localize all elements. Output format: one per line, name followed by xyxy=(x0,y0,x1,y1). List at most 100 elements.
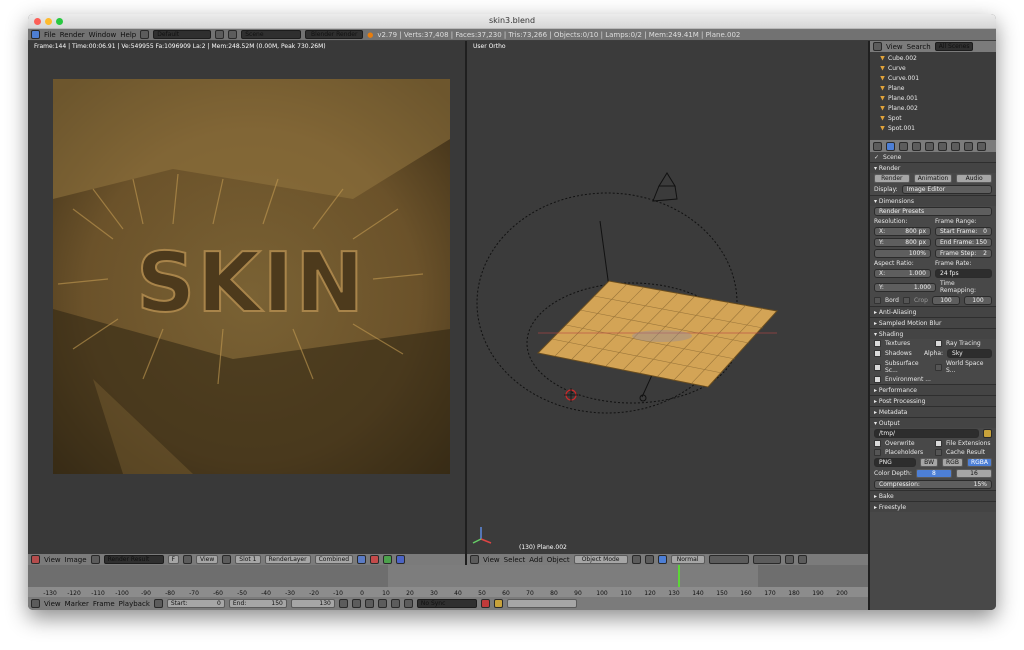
engine-select[interactable]: Blender Render xyxy=(305,30,364,39)
layers-tab-icon[interactable] xyxy=(899,141,908,151)
image-browse-icon[interactable] xyxy=(90,555,100,564)
object-tab-icon[interactable] xyxy=(938,141,947,151)
outliner-item[interactable]: Plane.002 xyxy=(870,103,996,113)
current-frame-field[interactable]: 130 xyxy=(290,599,335,608)
outliner-item[interactable]: Cube.002 xyxy=(870,53,996,63)
keying-set-field[interactable] xyxy=(506,599,577,608)
channels-icon[interactable] xyxy=(357,555,367,564)
timeline-menu-marker[interactable]: Marker xyxy=(65,600,89,608)
frame-rate-select[interactable]: 24 fps xyxy=(935,269,992,278)
output-panel-header[interactable]: ▾ Output xyxy=(870,417,996,428)
play-icon[interactable] xyxy=(377,599,387,608)
animation-button[interactable]: Animation xyxy=(913,174,953,183)
menu-render[interactable]: Render xyxy=(60,31,85,39)
next-key-icon[interactable] xyxy=(390,599,400,608)
timeline-menu-playback[interactable]: Playback xyxy=(119,600,150,608)
outliner-item[interactable]: Spot xyxy=(870,113,996,123)
shadows-checkbox[interactable] xyxy=(874,350,881,357)
scene-select[interactable]: Scene xyxy=(241,30,302,39)
depth-16-button[interactable]: 16 xyxy=(955,469,992,478)
render-button[interactable]: Render xyxy=(874,174,910,183)
blue-channel-icon[interactable] xyxy=(396,555,406,564)
resolution-percent-field[interactable]: 100% xyxy=(874,249,931,258)
anti-aliasing-panel[interactable]: ▸ Anti-Aliasing xyxy=(870,306,996,317)
outliner-item[interactable]: Curve xyxy=(870,63,996,73)
image-editor[interactable]: Frame:144 | Time:00:06.91 | Ve:549955 Fa… xyxy=(28,41,465,554)
resolution-y-field[interactable]: Y: 800 px xyxy=(874,238,931,247)
performance-panel[interactable]: ▸ Performance xyxy=(870,384,996,395)
world-space-checkbox[interactable] xyxy=(935,363,942,371)
viewport-type-icon[interactable] xyxy=(470,555,479,564)
render-result-select[interactable]: Render Result xyxy=(103,555,164,564)
aspect-x-field[interactable]: X: 1.000 xyxy=(874,269,931,278)
image-editor-type-icon[interactable] xyxy=(31,555,40,564)
frame-step-property[interactable]: Frame Step: 2 xyxy=(935,249,992,258)
world-tab-icon[interactable] xyxy=(925,141,934,151)
render-presets-select[interactable]: Render Presets xyxy=(874,207,992,216)
keying-set-icon[interactable] xyxy=(493,599,503,608)
outliner[interactable]: View Search All Scenes Cube.002 Curve Cu… xyxy=(870,41,996,139)
rgba-button[interactable]: RGBA xyxy=(966,458,992,467)
record-icon[interactable] xyxy=(480,599,490,608)
menu-file[interactable]: File xyxy=(44,31,56,39)
image-tools-icon[interactable] xyxy=(183,555,193,564)
start-frame-field[interactable]: Start: 0 xyxy=(166,599,225,608)
start-frame-property[interactable]: Start Frame: 0 xyxy=(935,227,992,236)
menu-window[interactable]: Window xyxy=(89,31,117,39)
preview-range-icon[interactable] xyxy=(153,599,163,608)
viewport-menu-select[interactable]: Select xyxy=(504,556,526,564)
pivot-point-icon[interactable] xyxy=(644,555,654,564)
compression-slider[interactable]: Compression: 15% xyxy=(874,480,992,489)
timeline[interactable]: -130 -120 -110 -100 -90 -80 -70 -60 -50 … xyxy=(28,565,868,597)
add-layout-icon[interactable] xyxy=(215,30,225,39)
ray-tracing-checkbox[interactable] xyxy=(935,340,942,347)
alpha-select[interactable]: Sky xyxy=(947,349,992,358)
border-checkbox[interactable] xyxy=(874,297,881,304)
shading-panel-header[interactable]: ▾ Shading xyxy=(870,328,996,339)
fake-user-button[interactable]: F xyxy=(167,555,180,564)
outliner-item[interactable]: Spot.001 xyxy=(870,123,996,133)
render-pass-select[interactable]: Combined xyxy=(314,555,354,564)
bake-panel[interactable]: ▸ Bake xyxy=(870,490,996,501)
image-view-select[interactable]: View xyxy=(196,555,219,564)
dimensions-panel-header[interactable]: ▾ Dimensions xyxy=(870,195,996,206)
folder-icon[interactable] xyxy=(983,429,992,438)
sample-icon[interactable] xyxy=(370,555,380,564)
image-menu-view[interactable]: View xyxy=(44,556,61,564)
file-format-select[interactable]: PNG xyxy=(874,458,917,467)
scene-icon[interactable] xyxy=(228,30,238,39)
editor-type-icon[interactable] xyxy=(31,30,40,39)
cache-checkbox[interactable] xyxy=(935,449,942,456)
post-processing-panel[interactable]: ▸ Post Processing xyxy=(870,395,996,406)
slot-select[interactable]: Slot 1 xyxy=(235,555,261,564)
prev-key-icon[interactable] xyxy=(351,599,361,608)
play-reverse-icon[interactable] xyxy=(364,599,374,608)
viewport-menu-view[interactable]: View xyxy=(483,556,500,564)
rgb-button[interactable]: RGB xyxy=(942,458,963,467)
outliner-item[interactable]: Plane xyxy=(870,83,996,93)
outliner-tab-all-scenes[interactable]: All Scenes xyxy=(934,42,974,51)
properties-editor[interactable]: ✓ Scene ▾ Render Render Animation Audio D… xyxy=(870,140,996,610)
crop-checkbox[interactable] xyxy=(902,297,910,304)
outliner-tab-search[interactable]: Search xyxy=(907,43,931,51)
overwrite-checkbox[interactable] xyxy=(874,440,881,447)
render-tab-icon[interactable] xyxy=(886,141,895,151)
jump-end-icon[interactable] xyxy=(403,599,413,608)
layers2-icon[interactable] xyxy=(752,555,781,564)
sss-checkbox[interactable] xyxy=(874,363,881,371)
file-ext-checkbox[interactable] xyxy=(935,440,942,447)
placeholders-checkbox[interactable] xyxy=(874,449,881,456)
mode-select[interactable]: Object Mode xyxy=(573,555,628,564)
render-layer-select[interactable]: RenderLayer xyxy=(264,555,311,564)
aspect-y-field[interactable]: Y: 1.000 xyxy=(874,282,936,292)
textures-checkbox[interactable] xyxy=(874,340,881,347)
texture-tab-icon[interactable] xyxy=(977,141,986,151)
timeline-ruler[interactable]: -130 -120 -110 -100 -90 -80 -70 -60 -50 … xyxy=(28,587,868,597)
time-new-field[interactable]: 100 xyxy=(964,296,993,305)
orientation-select[interactable]: Normal xyxy=(670,555,705,564)
outliner-type-icon[interactable] xyxy=(873,42,882,51)
timeline-menu-frame[interactable]: Frame xyxy=(93,600,115,608)
audio-button[interactable]: Audio xyxy=(956,174,992,183)
outliner-item[interactable]: Plane.001 xyxy=(870,93,996,103)
image-menu-image[interactable]: Image xyxy=(65,556,87,564)
